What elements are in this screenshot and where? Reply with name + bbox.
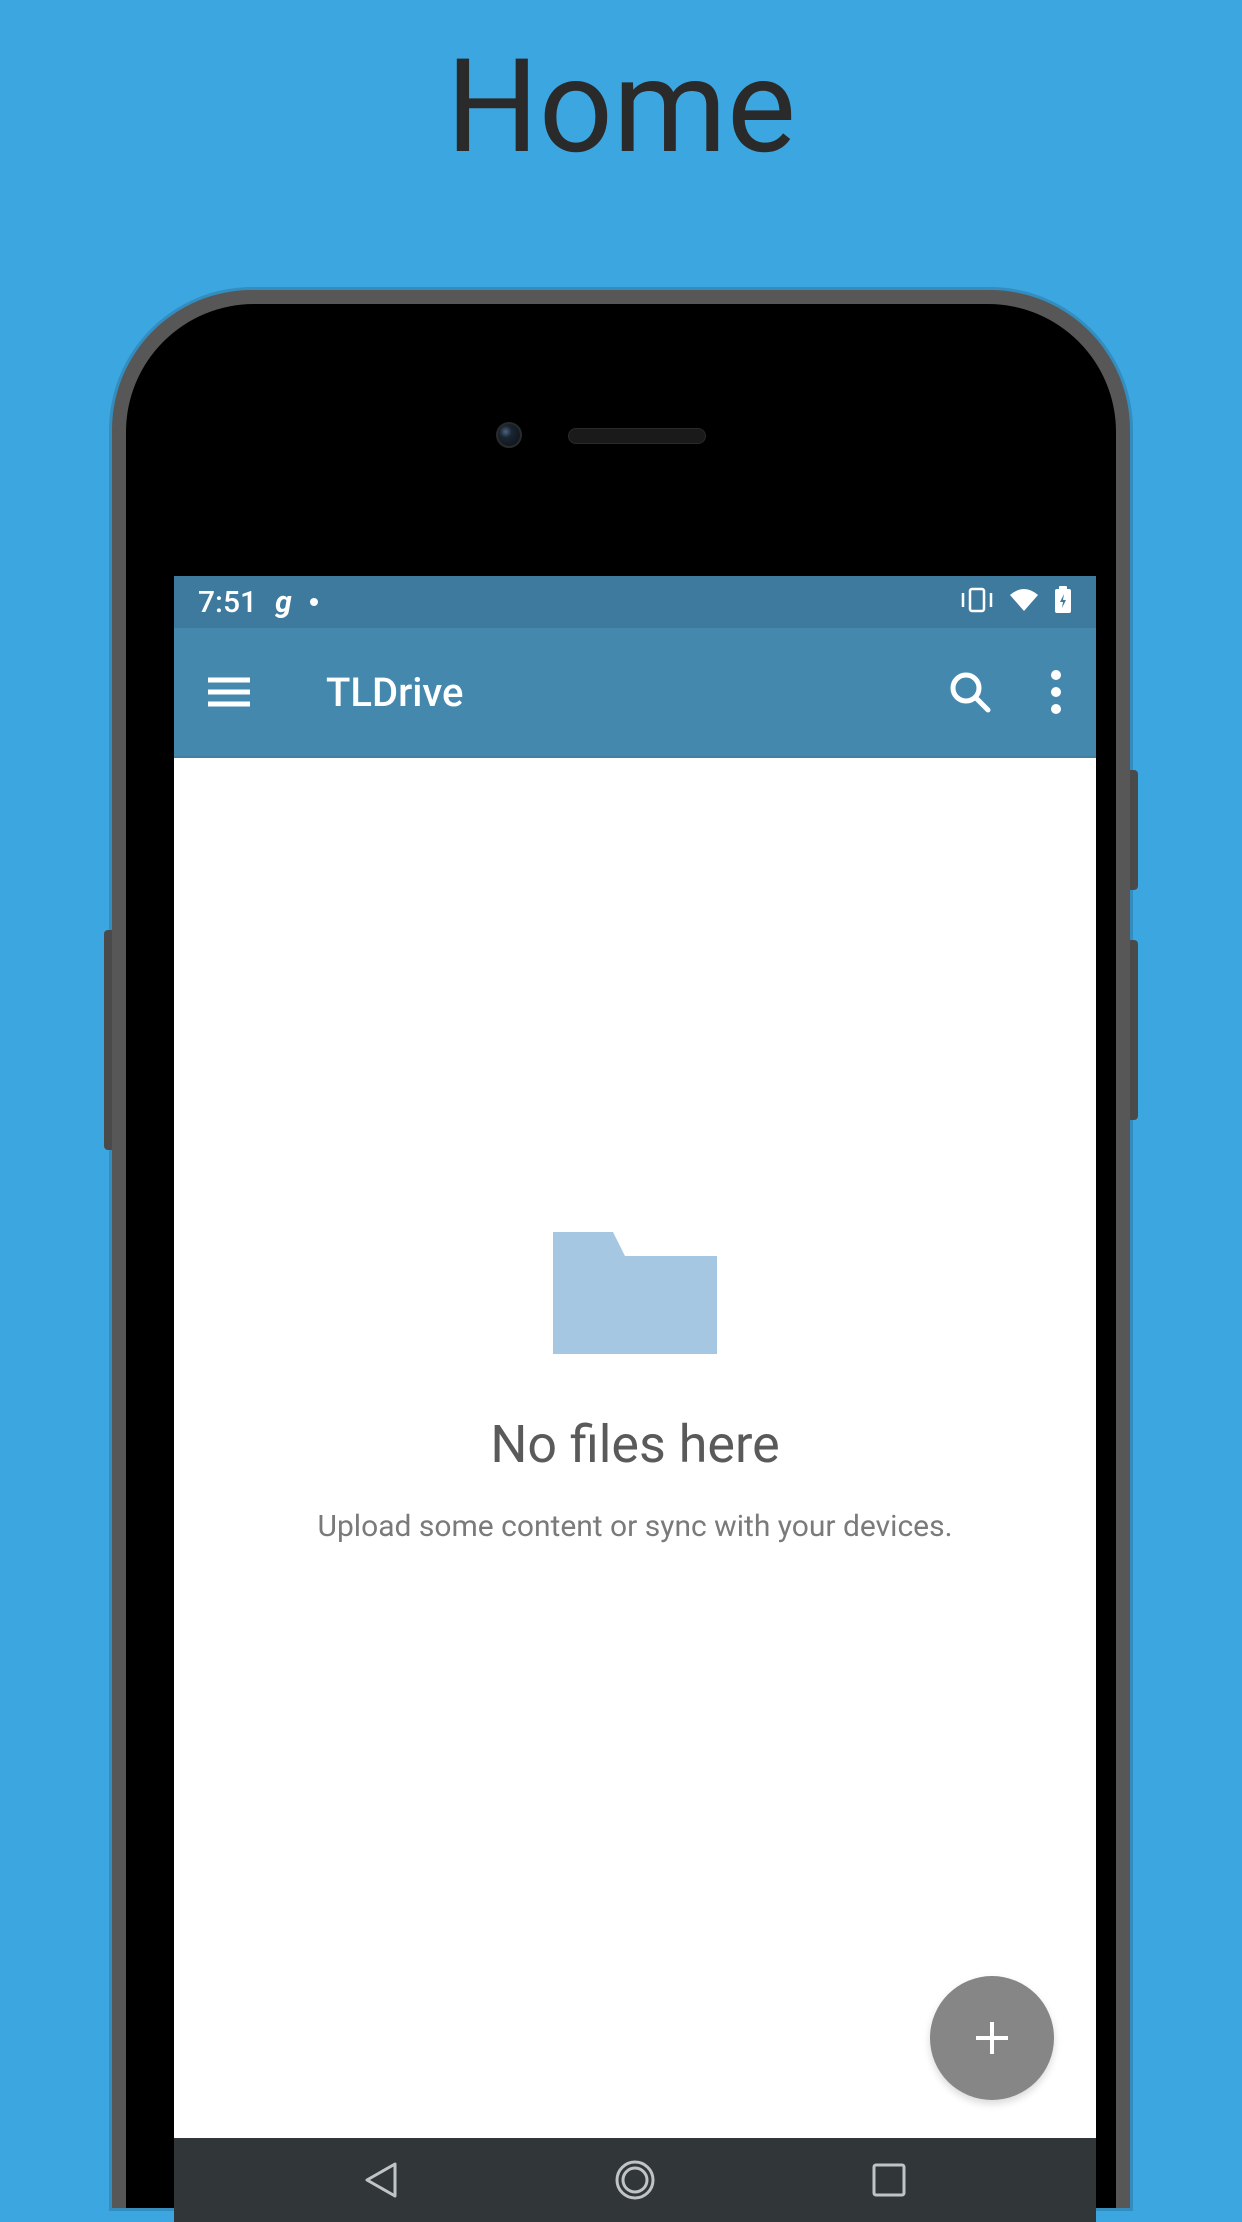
navigation-bar [174,2138,1096,2222]
phone-screen: 7:51 g [174,576,1096,2222]
nav-recent-button[interactable] [864,2155,914,2205]
phone-side-button-right-2 [1130,940,1138,1120]
hamburger-menu-icon[interactable] [208,676,250,708]
status-bar-left: 7:51 g [198,585,318,620]
status-notification-icon: g [275,585,292,620]
phone-side-button-right-1 [1130,770,1138,890]
nav-home-button[interactable] [610,2155,660,2205]
app-title: TLDrive [326,669,948,716]
content-area: No files here Upload some content or syn… [174,758,1096,2138]
status-bar-right [960,586,1072,618]
home-circle-icon [613,2158,657,2202]
phone-speaker [568,428,706,444]
page-title: Home [0,0,1242,183]
vibrate-icon [960,587,994,617]
more-options-icon[interactable] [1050,670,1062,714]
wifi-icon [1008,587,1040,617]
empty-folder-icon [553,1232,717,1354]
back-triangle-icon [363,2160,399,2200]
recent-square-icon [871,2162,907,2198]
empty-state-subtitle: Upload some content or sync with your de… [318,1509,953,1544]
status-dot-icon [310,598,318,606]
phone-side-button-left [104,930,112,1150]
status-bar: 7:51 g [174,576,1096,628]
search-icon[interactable] [948,670,992,714]
nav-back-button[interactable] [356,2155,406,2205]
phone-frame: 7:51 g [112,290,1130,2208]
plus-icon [972,2018,1012,2058]
empty-state-title: No files here [490,1414,779,1475]
phone-camera [496,422,522,448]
battery-charging-icon [1054,586,1072,618]
add-fab-button[interactable] [930,1976,1054,2100]
app-bar: TLDrive [174,628,1096,758]
phone-bezel: 7:51 g [126,304,1116,2208]
status-time: 7:51 [198,585,257,620]
